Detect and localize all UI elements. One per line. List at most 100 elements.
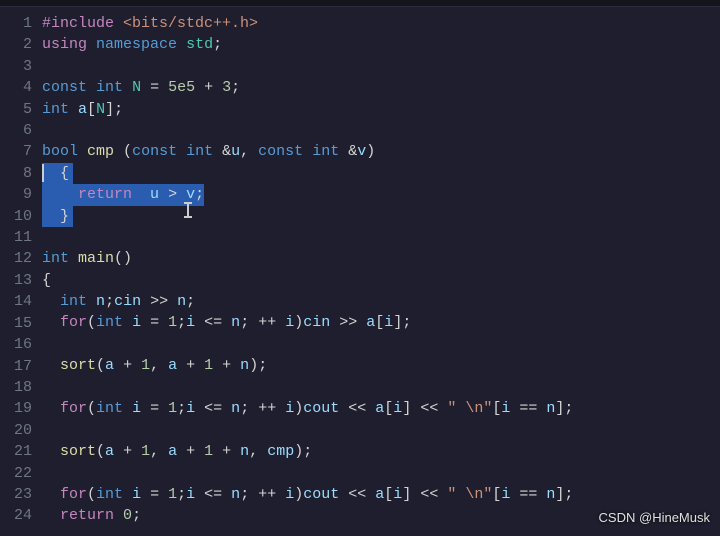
line-number: 13 xyxy=(0,270,42,291)
token xyxy=(42,486,60,503)
token: v xyxy=(186,186,195,203)
token: main xyxy=(78,250,114,267)
token: ]; xyxy=(105,101,123,118)
token: , xyxy=(249,443,267,460)
token: " \n" xyxy=(447,400,492,417)
token: int xyxy=(96,400,123,417)
token: } xyxy=(42,208,69,225)
tab-bar[interactable] xyxy=(0,0,720,7)
token: i xyxy=(393,486,402,503)
token xyxy=(42,400,60,417)
code-line[interactable]: for(int i = 1;i <= n; ++ i)cin >> a[i]; xyxy=(42,312,720,333)
token: 1 xyxy=(141,357,150,374)
token: i xyxy=(132,400,141,417)
token xyxy=(177,143,186,160)
line-number: 5 xyxy=(0,99,42,120)
code-line[interactable]: int a[N]; xyxy=(42,99,720,120)
token: ; xyxy=(132,507,141,524)
token: v xyxy=(357,143,366,160)
token: { xyxy=(42,272,51,289)
token: ; xyxy=(231,79,240,96)
token: ) xyxy=(366,143,375,160)
token: return xyxy=(60,507,114,524)
code-line[interactable] xyxy=(42,334,720,355)
line-number: 23 xyxy=(0,484,42,505)
code-line[interactable]: { xyxy=(42,270,720,291)
token: ) xyxy=(294,314,303,331)
line-number: 7 xyxy=(0,141,42,162)
token: for xyxy=(60,314,87,331)
token: i xyxy=(186,486,195,503)
token: u xyxy=(231,143,240,160)
token xyxy=(114,507,123,524)
code-line[interactable]: sort(a + 1, a + 1 + n); xyxy=(42,355,720,376)
code-line[interactable]: } xyxy=(42,206,720,227)
code-line[interactable] xyxy=(42,462,720,483)
token: 1 xyxy=(168,400,177,417)
line-number: 4 xyxy=(0,77,42,98)
code-line[interactable]: #include <bits/stdc++.h> xyxy=(42,13,720,34)
code-line[interactable]: for(int i = 1;i <= n; ++ i)cout << a[i] … xyxy=(42,398,720,419)
token: for xyxy=(60,486,87,503)
code-line[interactable]: for(int i = 1;i <= n; ++ i)cout << a[i] … xyxy=(42,484,720,505)
token: n xyxy=(96,293,105,310)
code-editor[interactable]: 123456789101112131415161718192021222324 … xyxy=(0,7,720,536)
line-number: 1 xyxy=(0,13,42,34)
token: + xyxy=(213,357,240,374)
token xyxy=(123,314,132,331)
token: namespace xyxy=(96,36,177,53)
token: cin xyxy=(303,314,330,331)
code-line[interactable]: using namespace std; xyxy=(42,34,720,55)
token xyxy=(42,186,78,203)
token: [ xyxy=(492,400,501,417)
token: using xyxy=(42,36,87,53)
text-cursor xyxy=(42,164,44,182)
code-line[interactable]: return u > v; xyxy=(42,184,720,205)
token: ] << xyxy=(402,486,447,503)
token: = xyxy=(141,79,168,96)
token: ; xyxy=(105,293,114,310)
line-number: 24 xyxy=(0,505,42,526)
code-line[interactable] xyxy=(42,56,720,77)
token: n xyxy=(177,293,186,310)
code-area[interactable]: #include <bits/stdc++.h>using namespace … xyxy=(42,7,720,536)
line-number: 10 xyxy=(0,206,42,227)
line-number: 19 xyxy=(0,398,42,419)
token xyxy=(132,186,150,203)
token: int xyxy=(42,101,69,118)
mouse-ibeam-icon xyxy=(187,202,189,218)
token: 1 xyxy=(204,357,213,374)
code-line[interactable] xyxy=(42,419,720,440)
code-line[interactable]: sort(a + 1, a + 1 + n, cmp); xyxy=(42,441,720,462)
token: std xyxy=(186,36,213,53)
token: ) xyxy=(294,400,303,417)
code-line[interactable] xyxy=(42,120,720,141)
code-line[interactable]: { xyxy=(42,163,720,184)
token: ( xyxy=(96,357,105,374)
token: i xyxy=(384,314,393,331)
token: i xyxy=(132,486,141,503)
token xyxy=(42,507,60,524)
token xyxy=(303,143,312,160)
code-line[interactable]: int main() xyxy=(42,248,720,269)
token: a xyxy=(375,400,384,417)
token: + xyxy=(177,443,204,460)
token: == xyxy=(510,400,546,417)
token: + xyxy=(177,357,204,374)
token: i xyxy=(285,314,294,331)
code-line[interactable]: int n;cin >> n; xyxy=(42,291,720,312)
code-line[interactable] xyxy=(42,227,720,248)
token: i xyxy=(186,314,195,331)
token xyxy=(42,314,60,331)
token: ; xyxy=(186,293,195,310)
code-line[interactable]: const int N = 5e5 + 3; xyxy=(42,77,720,98)
token: int xyxy=(96,486,123,503)
code-line[interactable] xyxy=(42,377,720,398)
token: N xyxy=(96,101,105,118)
token: ; xyxy=(177,486,186,503)
token: <= xyxy=(195,486,231,503)
token: ( xyxy=(87,314,96,331)
code-line[interactable]: bool cmp (const int &u, const int &v) xyxy=(42,141,720,162)
token: , xyxy=(240,143,258,160)
token: () xyxy=(114,250,132,267)
